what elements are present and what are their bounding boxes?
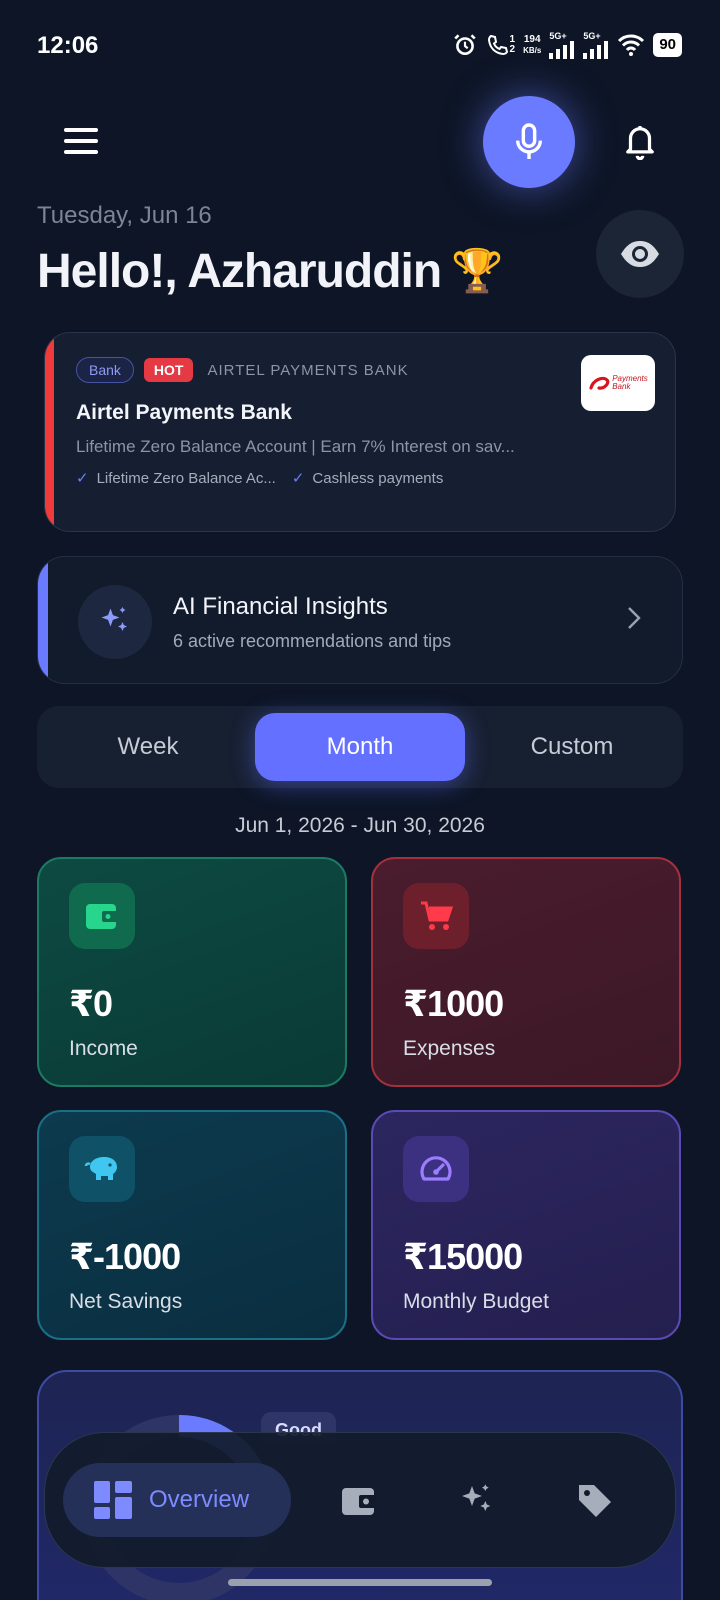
bank-title: Airtel Payments Bank xyxy=(76,401,292,424)
battery-indicator: 90 xyxy=(653,33,682,57)
bank-logo: Payments Bank xyxy=(581,355,655,411)
hamburger-icon-line xyxy=(64,128,98,132)
sparkles-icon xyxy=(101,607,127,631)
income-value: ₹0 xyxy=(69,983,113,1024)
net-savings-card[interactable]: ₹-1000 Net Savings xyxy=(37,1110,347,1340)
status-time: 12:06 xyxy=(37,32,99,59)
chevron-right-icon xyxy=(628,607,641,629)
income-icon-container xyxy=(69,883,135,949)
net-speed-value: 194 xyxy=(523,34,541,45)
signal-bars-icon xyxy=(549,41,575,59)
tab-custom[interactable]: Custom xyxy=(469,713,675,781)
call-sim-bottom: 2 xyxy=(509,44,516,55)
call-icon: 1 2 xyxy=(486,33,516,57)
expenses-card[interactable]: ₹1000 Expenses xyxy=(371,857,681,1087)
income-card[interactable]: ₹0 Income xyxy=(37,857,347,1087)
nav-overview-label: Overview xyxy=(149,1486,250,1513)
feature-item: ✓ Cashless payments xyxy=(292,469,443,487)
signal-2-label: 5G+ xyxy=(583,31,601,41)
date-range: Jun 1, 2026 - Jun 30, 2026 xyxy=(235,814,485,837)
signal-1-label: 5G+ xyxy=(549,31,567,41)
status-icons: 1 2 194 KB/s 5G+ 5G+ 90 xyxy=(452,30,682,60)
speedometer-icon xyxy=(420,1156,452,1181)
ai-icon-container xyxy=(78,585,152,659)
bank-tags: Bank HOT AIRTEL PAYMENTS BANK xyxy=(76,357,409,383)
feature-text: Lifetime Zero Balance Ac... xyxy=(96,470,276,487)
card-accent-bar xyxy=(45,333,54,531)
nav-overview[interactable]: Overview xyxy=(63,1463,291,1537)
period-tabs: Week Month Custom xyxy=(37,706,683,788)
budget-label: Monthly Budget xyxy=(403,1290,549,1313)
greeting-text: Hello!, Azharuddin xyxy=(37,245,442,298)
ai-insights-title: AI Financial Insights xyxy=(173,593,388,620)
toggle-visibility-button[interactable] xyxy=(596,210,684,298)
feature-item: ✓ Lifetime Zero Balance Ac... xyxy=(76,469,276,487)
category-tag: Bank xyxy=(76,357,134,383)
logo-line-2: Bank xyxy=(612,382,631,391)
signal-1: 5G+ xyxy=(549,31,575,59)
net-savings-label: Net Savings xyxy=(69,1290,183,1313)
greeting: Hello!, Azharuddin 🏆 xyxy=(37,244,504,299)
signal-bars-icon xyxy=(583,41,609,59)
piggy-bank-icon xyxy=(84,1157,117,1180)
alarm-icon xyxy=(453,34,476,55)
current-date: Tuesday, Jun 16 xyxy=(37,202,212,229)
ai-insights-card[interactable]: AI Financial Insights 6 active recommend… xyxy=(37,556,683,684)
cart-icon xyxy=(421,901,453,930)
sparkles-icon xyxy=(462,1484,491,1511)
bottom-navigation: Overview xyxy=(44,1432,676,1568)
nav-tags[interactable] xyxy=(571,1477,619,1525)
feature-text: Cashless payments xyxy=(312,470,444,487)
logo-text: Payments Bank xyxy=(612,375,648,391)
expenses-value: ₹1000 xyxy=(403,983,504,1024)
signal-2: 5G+ xyxy=(583,31,609,59)
ai-insights-subtitle: 6 active recommendations and tips xyxy=(173,631,452,651)
savings-icon-container xyxy=(69,1136,135,1202)
expenses-label: Expenses xyxy=(403,1037,496,1060)
budget-value: ₹15000 xyxy=(403,1236,523,1277)
tab-week[interactable]: Week xyxy=(45,713,251,781)
notifications-button[interactable] xyxy=(618,118,662,164)
trophy-icon: 🏆 xyxy=(451,247,503,294)
bank-offer-card[interactable]: Bank HOT AIRTEL PAYMENTS BANK Airtel Pay… xyxy=(44,332,676,532)
nav-ai-insights[interactable] xyxy=(453,1477,501,1525)
bank-description: Lifetime Zero Balance Account | Earn 7% … xyxy=(76,437,515,456)
net-speed-unit: KB/s xyxy=(523,46,542,55)
wallet-icon xyxy=(86,904,118,929)
tab-month[interactable]: Month xyxy=(255,713,465,781)
budget-icon-container xyxy=(403,1136,469,1202)
card-accent-bar xyxy=(38,557,48,683)
wallet-icon xyxy=(342,1488,376,1515)
check-icon: ✓ xyxy=(291,470,305,487)
check-icon: ✓ xyxy=(76,470,89,487)
nav-wallet[interactable] xyxy=(335,1477,383,1525)
monthly-budget-card[interactable]: ₹15000 Monthly Budget xyxy=(371,1110,681,1340)
airtel-logo-icon xyxy=(589,376,610,390)
hot-badge: HOT xyxy=(143,358,194,382)
home-indicator[interactable] xyxy=(228,1579,492,1586)
hamburger-icon-line xyxy=(64,139,98,143)
wifi-icon xyxy=(618,34,645,56)
tag-icon xyxy=(579,1485,611,1517)
eye-icon xyxy=(621,241,659,267)
net-savings-value: ₹-1000 xyxy=(69,1236,181,1277)
net-speed: 194 KB/s xyxy=(523,34,541,56)
income-label: Income xyxy=(69,1037,138,1060)
menu-button[interactable] xyxy=(58,120,104,162)
bell-icon xyxy=(626,126,654,160)
expenses-icon-container xyxy=(403,883,469,949)
hamburger-icon-line xyxy=(64,150,98,154)
microphone-icon xyxy=(515,123,543,159)
dashboard-grid-icon xyxy=(94,1481,132,1519)
provider-name: AIRTEL PAYMENTS BANK xyxy=(207,361,409,379)
voice-input-button[interactable] xyxy=(483,96,575,188)
bank-features: ✓ Lifetime Zero Balance Ac... ✓ Cashless p… xyxy=(76,469,443,487)
